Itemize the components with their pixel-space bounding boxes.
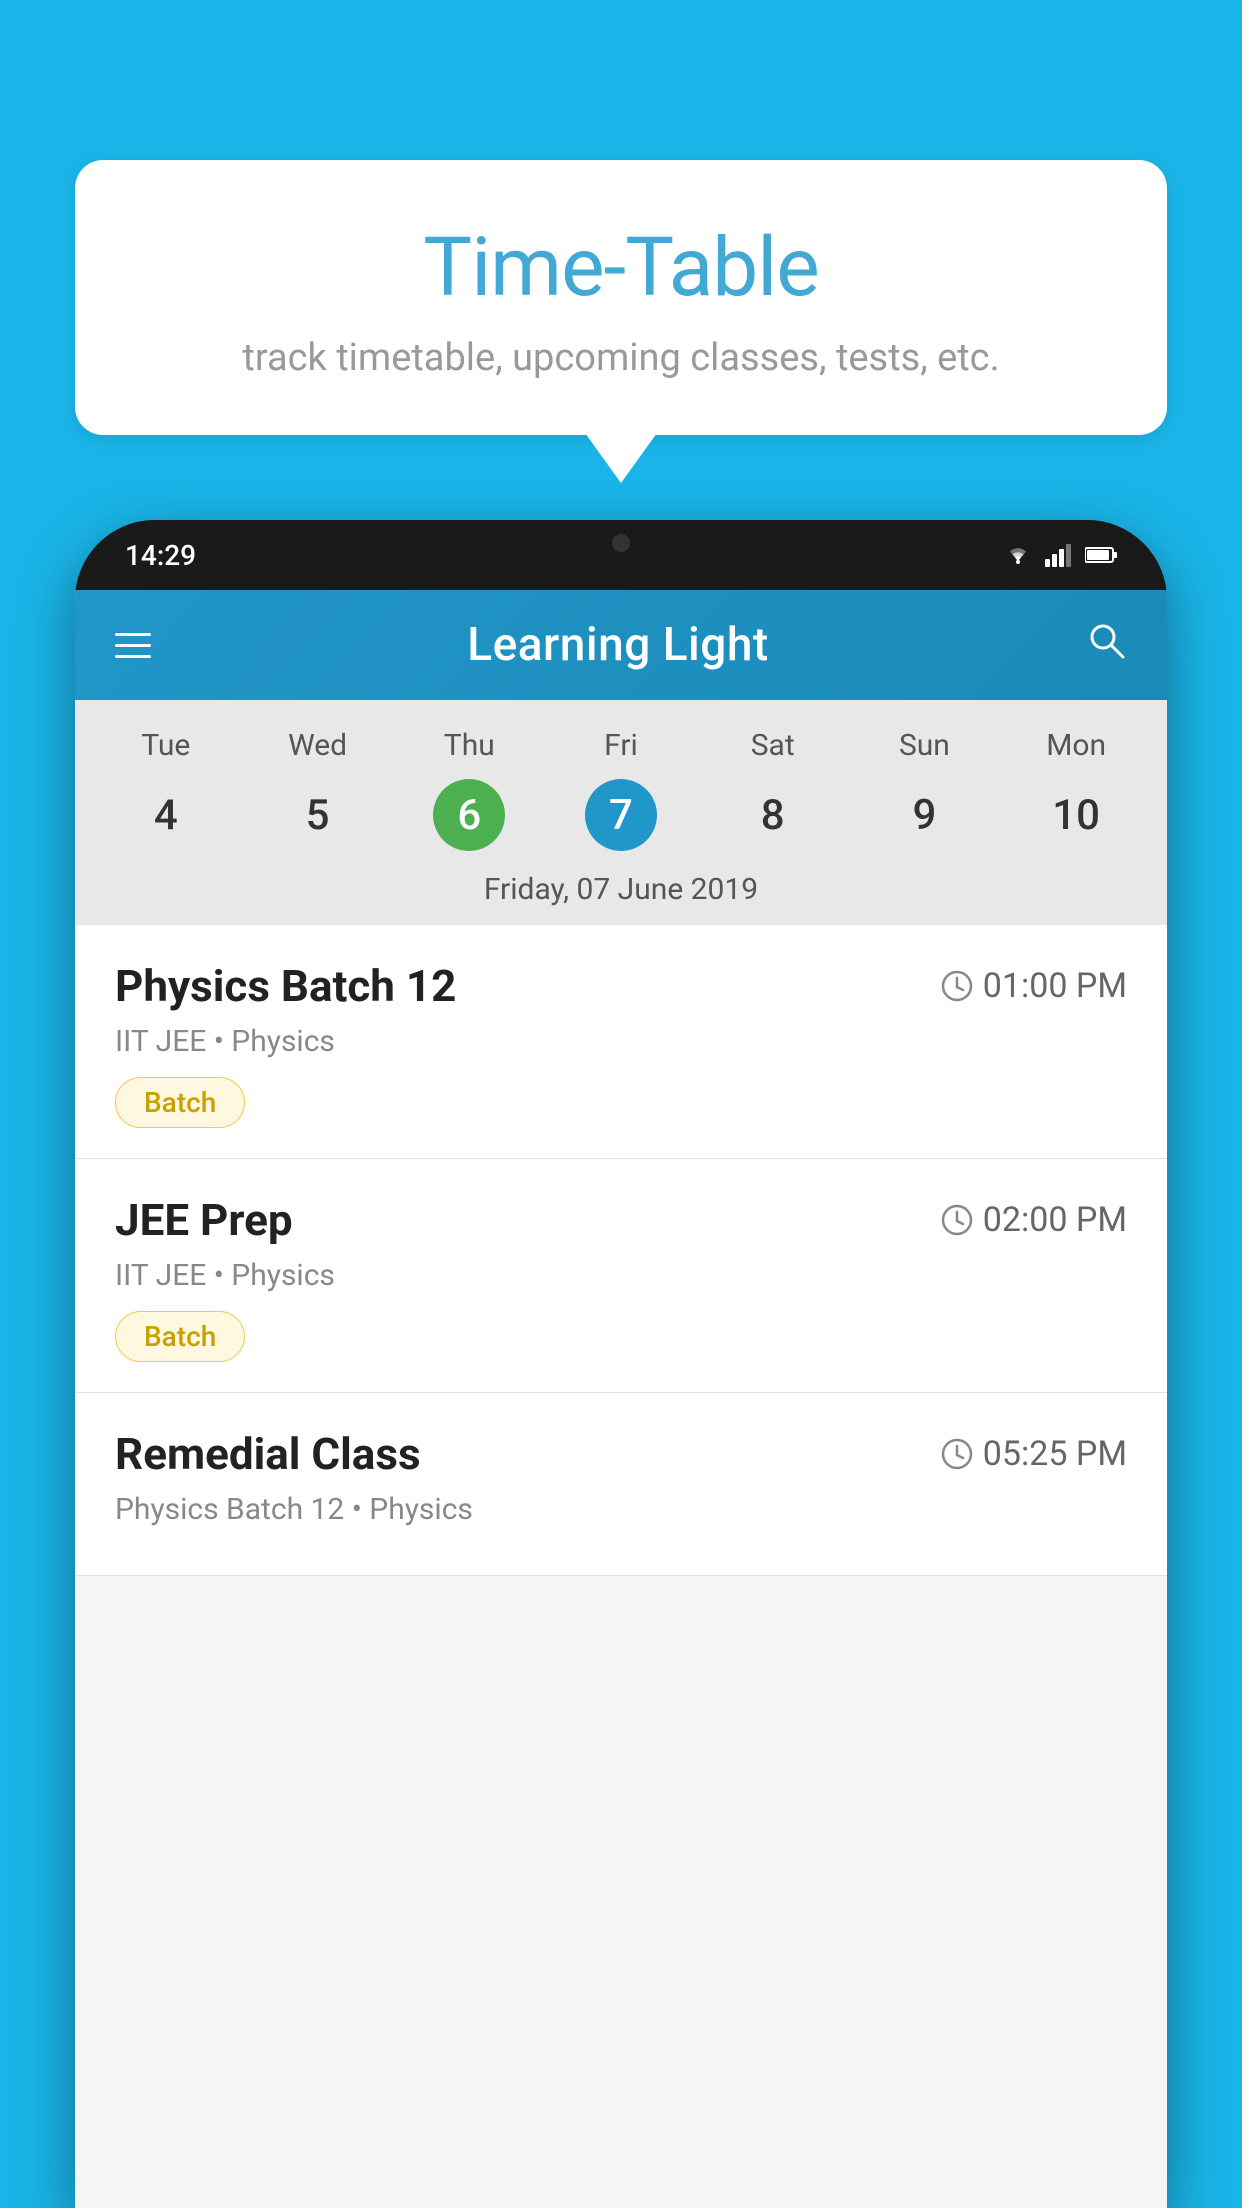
batch-badge-2: Batch	[115, 1311, 245, 1362]
calendar-strip: Tue Wed Thu Fri Sat Sun Mon 4 5 6 7 8 9 …	[75, 700, 1167, 925]
clock-icon-2	[941, 1204, 973, 1236]
phone-frame: 14:29	[75, 520, 1167, 2208]
schedule-subtitle-1: IIT JEE • Physics	[115, 1024, 1127, 1059]
speech-bubble: Time-Table track timetable, upcoming cla…	[75, 160, 1167, 435]
date-4[interactable]: 4	[90, 779, 242, 852]
bubble-subtitle: track timetable, upcoming classes, tests…	[125, 336, 1117, 380]
battery-icon	[1085, 545, 1117, 565]
schedule-list: Physics Batch 12 01:00 PM IIT JEE • Phys…	[75, 925, 1167, 1576]
clock-icon-1	[941, 970, 973, 1002]
status-icons	[1003, 543, 1117, 567]
time-text-1: 01:00 PM	[983, 966, 1127, 1006]
schedule-subtitle-3: Physics Batch 12 • Physics	[115, 1492, 1127, 1527]
day-wed[interactable]: Wed	[242, 720, 394, 771]
camera	[612, 534, 630, 552]
day-fri[interactable]: Fri	[545, 720, 697, 771]
date-7-selected[interactable]: 7	[585, 779, 657, 851]
day-mon[interactable]: Mon	[1000, 720, 1152, 771]
batch-badge-1: Batch	[115, 1077, 245, 1128]
date-8[interactable]: 8	[697, 779, 849, 852]
date-5[interactable]: 5	[242, 779, 394, 852]
status-time: 14:29	[125, 539, 196, 572]
day-thu[interactable]: Thu	[393, 720, 545, 771]
day-sun[interactable]: Sun	[849, 720, 1001, 771]
date-6-today[interactable]: 6	[433, 779, 505, 851]
wifi-icon	[1003, 543, 1033, 567]
status-bar: 14:29	[75, 520, 1167, 590]
day-headers: Tue Wed Thu Fri Sat Sun Mon	[75, 720, 1167, 771]
search-button[interactable]	[1085, 619, 1127, 671]
schedule-item-2-header: JEE Prep 02:00 PM	[115, 1194, 1127, 1246]
phone-notch	[561, 520, 681, 565]
speech-bubble-container: Time-Table track timetable, upcoming cla…	[75, 160, 1167, 435]
menu-button[interactable]	[115, 633, 151, 658]
schedule-time-1: 01:00 PM	[941, 966, 1127, 1006]
schedule-title-3: Remedial Class	[115, 1428, 421, 1480]
schedule-item-1[interactable]: Physics Batch 12 01:00 PM IIT JEE • Phys…	[75, 925, 1167, 1159]
clock-icon-3	[941, 1438, 973, 1470]
time-text-3: 05:25 PM	[983, 1434, 1127, 1474]
schedule-item-2[interactable]: JEE Prep 02:00 PM IIT JEE • Physics Batc…	[75, 1159, 1167, 1393]
schedule-title-2: JEE Prep	[115, 1194, 293, 1246]
schedule-title-1: Physics Batch 12	[115, 960, 456, 1012]
app-title: Learning Light	[467, 618, 769, 672]
schedule-time-2: 02:00 PM	[941, 1200, 1127, 1240]
schedule-item-1-header: Physics Batch 12 01:00 PM	[115, 960, 1127, 1012]
schedule-item-3-header: Remedial Class 05:25 PM	[115, 1428, 1127, 1480]
day-tue[interactable]: Tue	[90, 720, 242, 771]
schedule-item-3[interactable]: Remedial Class 05:25 PM Physics Batch 12…	[75, 1393, 1167, 1576]
time-text-2: 02:00 PM	[983, 1200, 1127, 1240]
app-content: Learning Light Tue Wed Thu Fri Sat Sun M…	[75, 590, 1167, 2208]
selected-date-label: Friday, 07 June 2019	[75, 860, 1167, 925]
signal-icon	[1045, 543, 1073, 567]
day-sat[interactable]: Sat	[697, 720, 849, 771]
schedule-time-3: 05:25 PM	[941, 1434, 1127, 1474]
bubble-title: Time-Table	[125, 220, 1117, 316]
date-10[interactable]: 10	[1000, 779, 1152, 852]
app-header: Learning Light	[75, 590, 1167, 700]
date-9[interactable]: 9	[849, 779, 1001, 852]
day-numbers: 4 5 6 7 8 9 10	[75, 771, 1167, 860]
schedule-subtitle-2: IIT JEE • Physics	[115, 1258, 1127, 1293]
